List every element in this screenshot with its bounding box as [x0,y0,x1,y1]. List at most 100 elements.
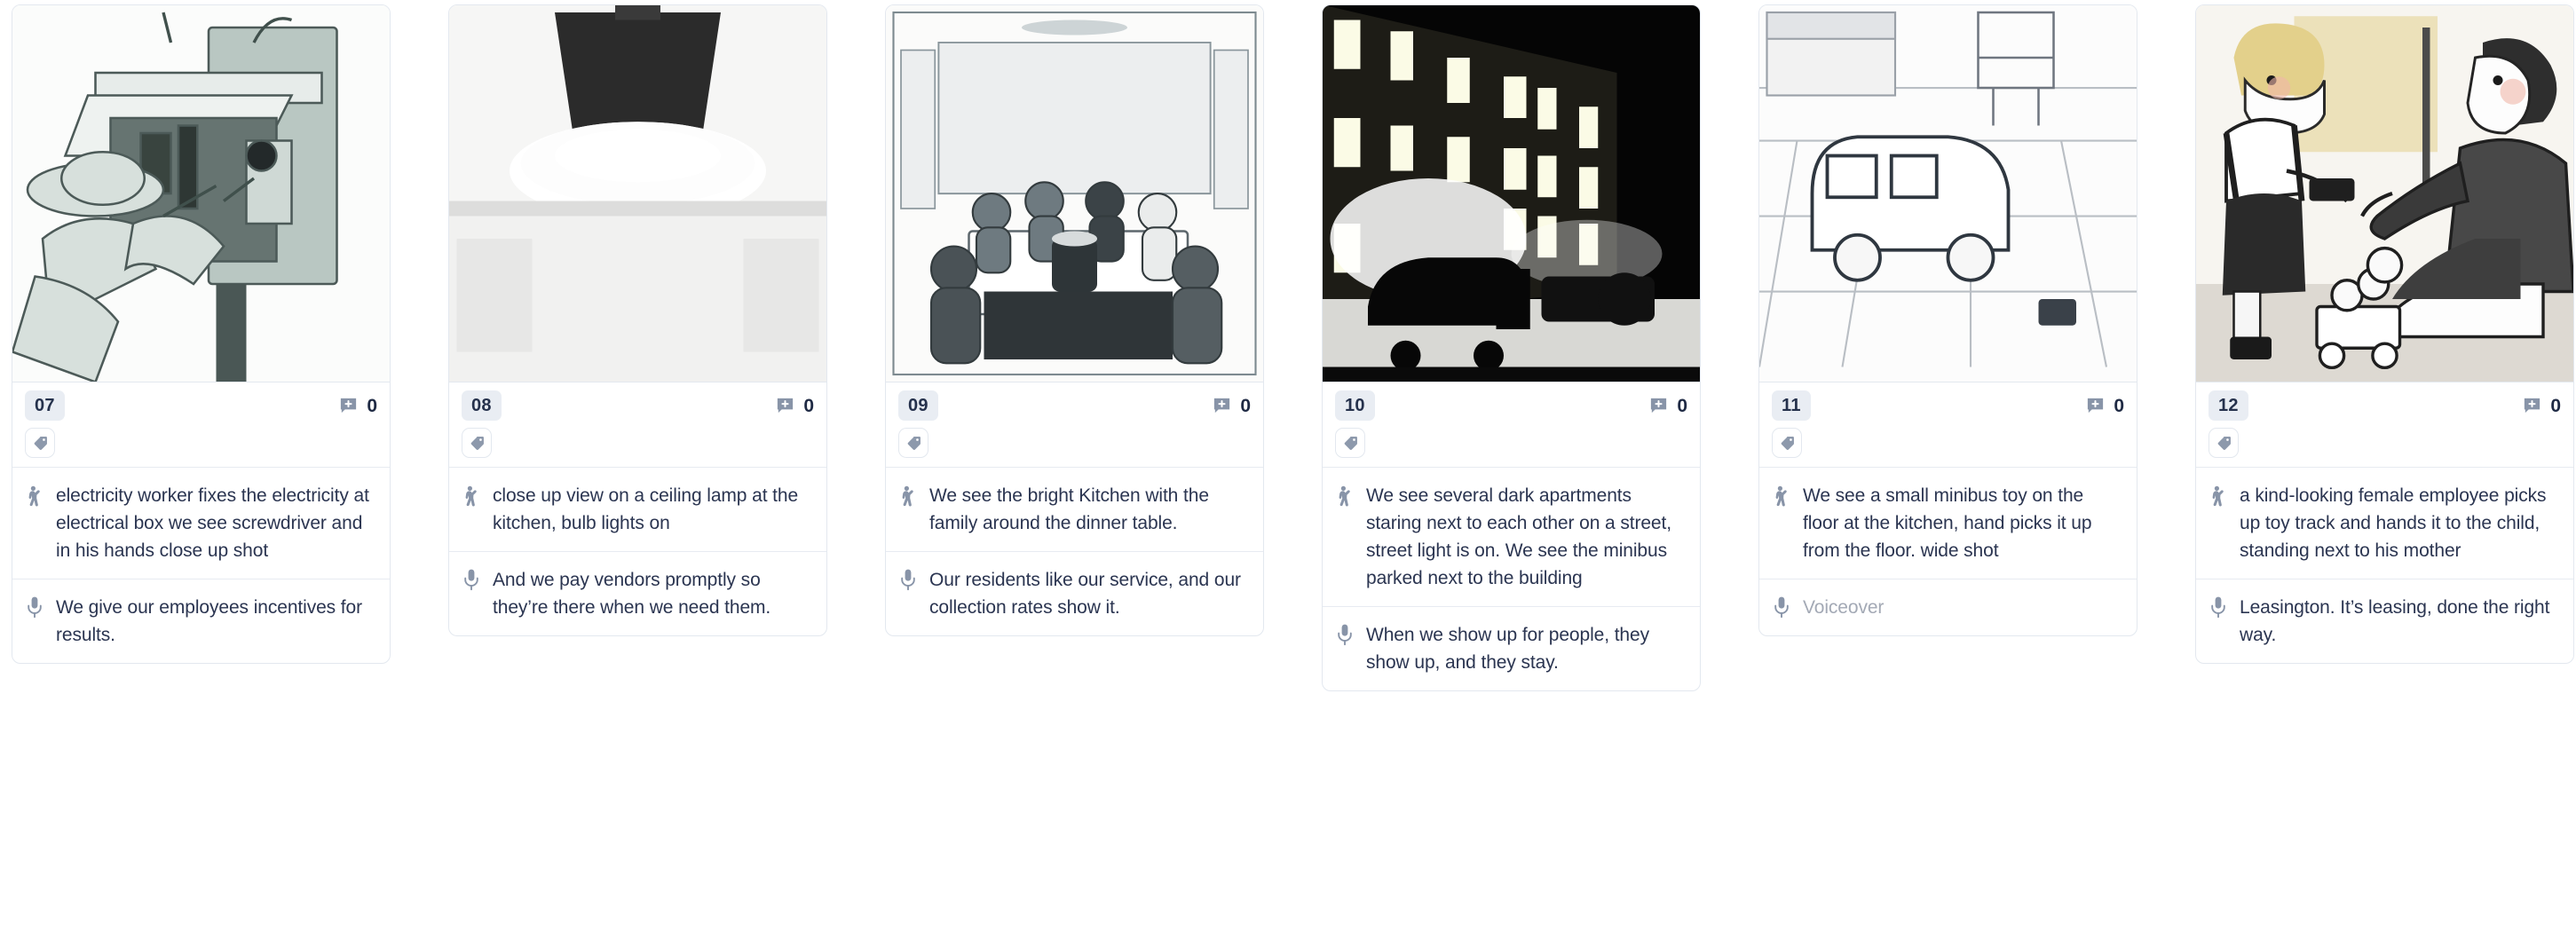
comment-count: 0 [2550,395,2561,416]
voiceover-text: Our residents like our service, and our … [929,570,1241,618]
card-header-row: 11 0 [1772,390,2124,421]
voiceover-row[interactable]: When we show up for people, they show up… [1323,606,1700,690]
comment-plus-icon [338,396,359,416]
tag-icon [905,435,922,452]
microphone-icon [462,566,481,591]
action-description-row[interactable]: We see several dark apartments staring n… [1323,468,1700,606]
comment-count: 0 [803,395,814,416]
comment-plus-icon [2085,396,2106,416]
voiceover-row[interactable]: Leasington. It’s leasing, done the right… [2196,579,2573,663]
voiceover-text: Leasington. It’s leasing, done the right… [2240,597,2550,645]
voiceover-text: And we pay vendors promptly so they’re t… [493,570,771,618]
add-tag-button[interactable] [2209,428,2239,458]
shot-number-badge: 07 [25,390,65,421]
shot-number-badge: 12 [2209,390,2248,421]
comment-button[interactable]: 0 [1648,396,1687,416]
storyboard-card[interactable]: 08 0 close up view on a ceiling lamp at … [448,4,827,636]
tag-icon [2216,435,2232,452]
tag-icon [469,435,486,452]
storyboard-card-list: 07 0 electricity worker fixes the electr… [0,0,2576,691]
action-description-text: electricity worker fixes the electricity… [56,485,369,561]
voiceover-text: We give our employees incentives for res… [56,597,363,645]
storyboard-card[interactable]: 10 0 We see several dark apartments star… [1322,4,1701,691]
comment-count: 0 [1677,395,1687,416]
action-description-row[interactable]: electricity worker fixes the electricity… [12,468,390,579]
shot-thumbnail[interactable] [1759,5,2137,382]
voiceover-row[interactable]: Our residents like our service, and our … [886,551,1263,635]
microphone-icon [25,594,44,619]
storyboard-card[interactable]: 12 0 a kind-looking female employee pick… [2195,4,2574,664]
comment-button[interactable]: 0 [2085,396,2124,416]
action-figure-icon [462,482,481,507]
add-tag-button[interactable] [1772,428,1802,458]
shot-number-badge: 08 [462,390,502,421]
card-header-row: 09 0 [898,390,1251,421]
action-description-row[interactable]: a kind-looking female employee picks up … [2196,468,2573,579]
card-header: 12 0 [2196,382,2573,468]
microphone-icon [2209,594,2228,619]
card-header: 10 0 [1323,382,1700,468]
tag-icon [32,435,49,452]
add-tag-button[interactable] [1335,428,1365,458]
voiceover-text: Voiceover [1803,597,1885,618]
tag-row [898,428,1251,458]
action-description-row[interactable]: We see the bright Kitchen with the famil… [886,468,1263,551]
card-header: 07 0 [12,382,390,468]
comment-count: 0 [367,395,377,416]
tag-icon [1779,435,1796,452]
voiceover-row[interactable]: We give our employees incentives for res… [12,579,390,663]
action-description-text: We see the bright Kitchen with the famil… [929,485,1209,533]
shot-thumbnail[interactable] [12,5,390,382]
card-header-row: 07 0 [25,390,377,421]
action-description-row[interactable]: We see a small minibus toy on the floor … [1759,468,2137,579]
card-header-row: 12 0 [2209,390,2561,421]
comment-button[interactable]: 0 [1212,396,1251,416]
comment-button[interactable]: 0 [338,396,377,416]
card-header: 08 0 [449,382,826,468]
card-header: 09 0 [886,382,1263,468]
action-description-text: close up view on a ceiling lamp at the k… [493,485,799,533]
microphone-icon [898,566,918,591]
comment-plus-icon [1648,396,1669,416]
comment-button[interactable]: 0 [2522,396,2561,416]
action-description-text: We see several dark apartments staring n… [1366,485,1671,588]
tag-row [462,428,814,458]
comment-button[interactable]: 0 [775,396,814,416]
storyboard-card[interactable]: 09 0 We see the bright Kitchen with the … [885,4,1264,636]
comment-count: 0 [2114,395,2124,416]
comment-plus-icon [775,396,795,416]
action-figure-icon [2209,482,2228,507]
tag-row [1772,428,2124,458]
voiceover-row[interactable]: Voiceover [1759,579,2137,635]
storyboard-card[interactable]: 07 0 electricity worker fixes the electr… [12,4,391,664]
voiceover-row[interactable]: And we pay vendors promptly so they’re t… [449,551,826,635]
shot-number-badge: 10 [1335,390,1375,421]
card-header: 11 0 [1759,382,2137,468]
action-figure-icon [25,482,44,507]
comment-plus-icon [1212,396,1232,416]
comment-count: 0 [1240,395,1251,416]
add-tag-button[interactable] [25,428,55,458]
action-figure-icon [898,482,918,507]
action-figure-icon [1772,482,1791,507]
shot-thumbnail[interactable] [449,5,826,382]
storyboard-card[interactable]: 11 0 We see a small minibus toy on the f… [1758,4,2137,636]
tag-row [25,428,377,458]
shot-number-badge: 11 [1772,390,1811,421]
comment-plus-icon [2522,396,2542,416]
shot-thumbnail[interactable] [886,5,1263,382]
action-description-text: We see a small minibus toy on the floor … [1803,485,2092,561]
shot-number-badge: 09 [898,390,938,421]
card-header-row: 08 0 [462,390,814,421]
microphone-icon [1335,621,1355,646]
add-tag-button[interactable] [898,428,928,458]
tag-row [1335,428,1687,458]
action-description-row[interactable]: close up view on a ceiling lamp at the k… [449,468,826,551]
shot-thumbnail[interactable] [2196,5,2573,382]
add-tag-button[interactable] [462,428,492,458]
voiceover-text: When we show up for people, they show up… [1366,625,1649,673]
microphone-icon [1772,594,1791,619]
shot-thumbnail[interactable] [1323,5,1700,382]
tag-icon [1342,435,1359,452]
action-description-text: a kind-looking female employee picks up … [2240,485,2547,561]
